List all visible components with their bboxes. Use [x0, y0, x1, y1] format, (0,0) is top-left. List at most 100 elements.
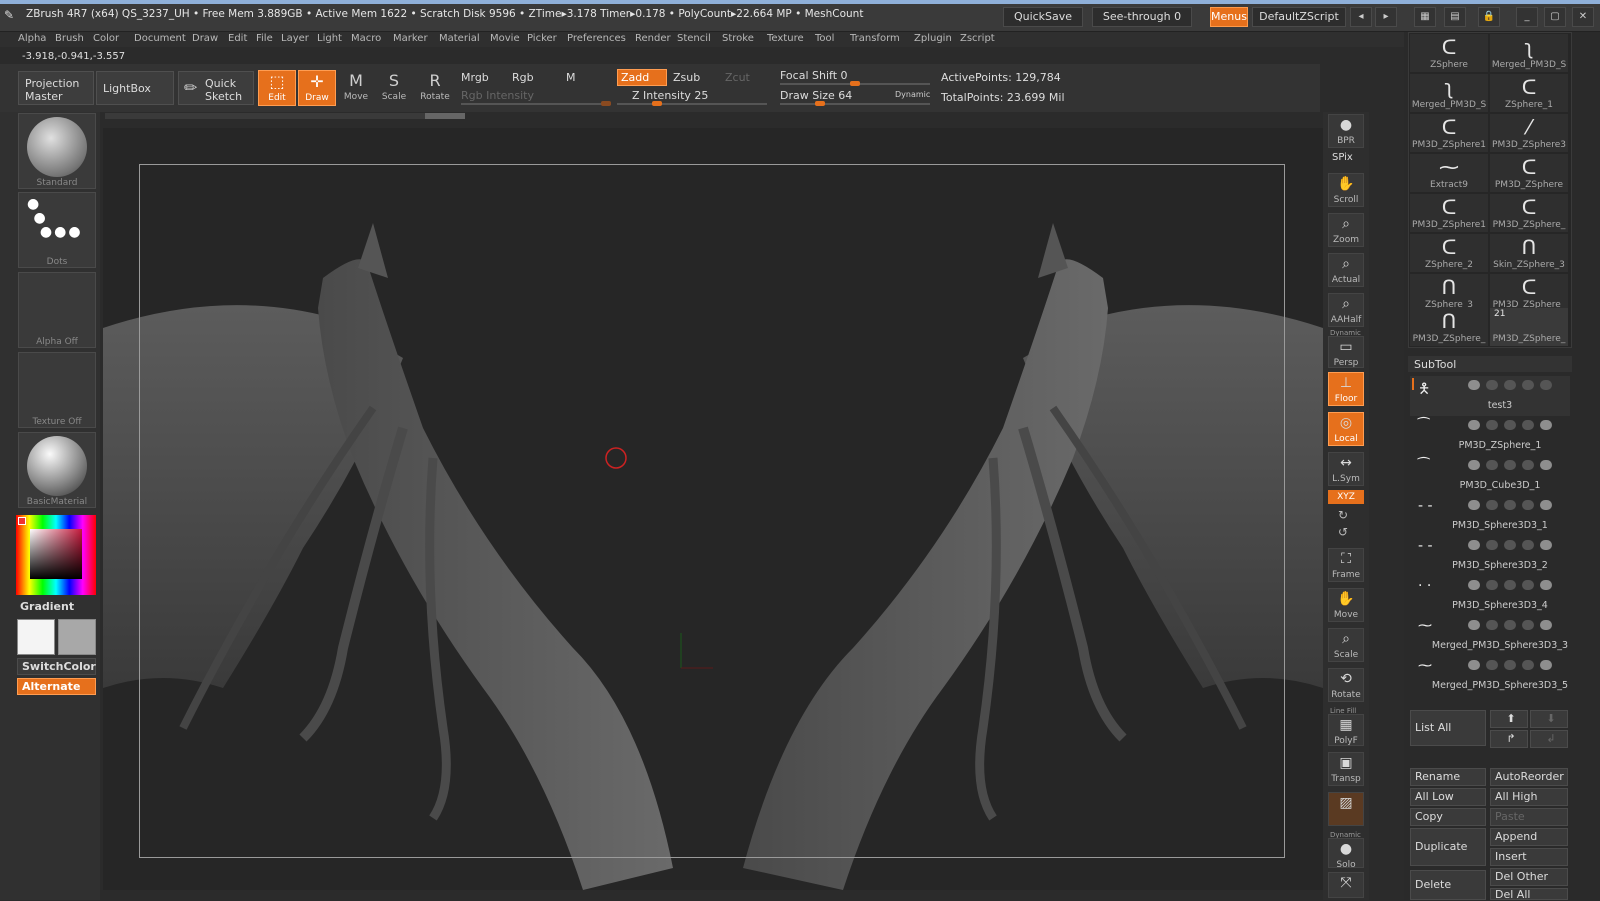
- subtool-row[interactable]: · · PM3D_Sphere3D3_4: [1410, 576, 1570, 616]
- bpr-button[interactable]: ● BPR: [1328, 114, 1364, 148]
- del-other-button[interactable]: Del Other: [1490, 868, 1568, 886]
- list-all-button[interactable]: List All: [1410, 710, 1486, 746]
- tool-thumb[interactable]: ᑕ PM3D_ZSphere: [1490, 154, 1568, 192]
- texture-picker[interactable]: Texture Off: [18, 352, 96, 428]
- tool-thumb[interactable]: ᑕ PM3D_ZSphere_: [1490, 274, 1568, 312]
- z-intensity-slider[interactable]: Z Intensity 25: [632, 89, 708, 102]
- subtool-row[interactable]: ⁀ PM3D_ZSphere_1: [1410, 416, 1570, 456]
- shelf-scrollbar[interactable]: [105, 113, 465, 119]
- tool-thumb[interactable]: ᑕ PM3D_ZSphere1: [1410, 114, 1488, 152]
- subtool-row[interactable]: - - PM3D_Sphere3D3_2: [1410, 536, 1570, 576]
- lightbox-button[interactable]: LightBox: [96, 71, 174, 105]
- menu-tool[interactable]: Tool: [815, 33, 834, 44]
- m-button[interactable]: M: [566, 71, 576, 84]
- frame-button[interactable]: ⛶ Frame: [1328, 548, 1364, 582]
- alpha-picker[interactable]: Alpha Off: [18, 272, 96, 348]
- quicksave-button[interactable]: QuickSave: [1003, 7, 1083, 27]
- secondary-color-swatch[interactable]: [58, 619, 96, 655]
- lock-icon[interactable]: 🔒: [1478, 7, 1500, 27]
- rotate-z-icon[interactable]: ↺: [1338, 525, 1348, 539]
- tool-thumb[interactable]: ᑕ PM3D_ZSphere1: [1410, 194, 1488, 232]
- shelf-scroll-thumb[interactable]: [425, 113, 465, 119]
- subtool-toggles[interactable]: [1468, 660, 1568, 672]
- polyf-button[interactable]: ▦ PolyF: [1328, 714, 1364, 746]
- zsub-button[interactable]: Zsub: [673, 71, 700, 84]
- stroke-picker[interactable]: ● ● ●●● Dots: [18, 192, 96, 268]
- focal-shift-knob[interactable]: [850, 81, 860, 86]
- move-up-icon[interactable]: ⬆: [1490, 710, 1528, 728]
- tool-thumb[interactable]: ᑎ Skin_ZSphere_3: [1490, 234, 1568, 272]
- subtool-toggles[interactable]: [1468, 380, 1568, 392]
- menus-button[interactable]: Menus: [1210, 7, 1248, 27]
- all-low-button[interactable]: All Low: [1410, 788, 1486, 806]
- draw-size-knob[interactable]: [815, 101, 825, 106]
- duplicate-button[interactable]: Duplicate: [1410, 828, 1486, 866]
- scale-view-button[interactable]: ⌕ Scale: [1328, 628, 1364, 662]
- scroll-button[interactable]: ✋ Scroll: [1328, 173, 1364, 207]
- default-zscript-button[interactable]: DefaultZScript: [1252, 7, 1346, 27]
- rgb-intensity-knob[interactable]: [601, 101, 611, 106]
- move-left-icon[interactable]: ↲: [1530, 730, 1568, 748]
- color-square[interactable]: [30, 529, 82, 579]
- next-icon[interactable]: ▸: [1375, 7, 1397, 27]
- menu-document[interactable]: Document: [134, 33, 186, 44]
- local-button[interactable]: ◎ Local: [1328, 412, 1364, 446]
- insert-button[interactable]: Insert: [1490, 848, 1568, 866]
- dynamic-toggle[interactable]: Dynamic: [895, 90, 930, 99]
- subtool-toggles[interactable]: [1468, 460, 1568, 472]
- mrgb-button[interactable]: Mrgb: [461, 71, 489, 84]
- paste-button[interactable]: Paste: [1490, 808, 1568, 826]
- lsym-button[interactable]: ↔ L.Sym: [1328, 452, 1364, 486]
- menu-light[interactable]: Light: [317, 33, 342, 44]
- zadd-button[interactable]: Zadd: [617, 69, 667, 86]
- menu-picker[interactable]: Picker: [527, 33, 557, 44]
- rgb-button[interactable]: Rgb: [512, 71, 534, 84]
- all-high-button[interactable]: All High: [1490, 788, 1568, 806]
- minimize-icon[interactable]: _: [1516, 7, 1538, 27]
- move-button[interactable]: M Move: [337, 70, 375, 106]
- prev-icon[interactable]: ◂: [1350, 7, 1372, 27]
- menu-marker[interactable]: Marker: [393, 33, 428, 44]
- focal-shift-track[interactable]: [780, 81, 930, 86]
- move-right-icon[interactable]: ↱: [1490, 730, 1528, 748]
- menu-material[interactable]: Material: [439, 33, 480, 44]
- subtool-row[interactable]: 🯅 test3: [1410, 376, 1570, 416]
- tool-thumb[interactable]: ʅ Merged_PM3D_S: [1410, 74, 1488, 112]
- autoreorder-button[interactable]: AutoReorder: [1490, 768, 1568, 786]
- menu-render[interactable]: Render: [635, 33, 671, 44]
- z-intensity-knob[interactable]: [652, 101, 662, 106]
- subtool-row[interactable]: ⁓ Merged_PM3D_Sphere3D3_3: [1410, 616, 1570, 656]
- subtool-toggles[interactable]: [1468, 580, 1568, 592]
- move-down-icon[interactable]: ⬇: [1530, 710, 1568, 728]
- layout-icon[interactable]: ▦: [1414, 7, 1436, 27]
- menu-stroke[interactable]: Stroke: [722, 33, 754, 44]
- tool-thumb[interactable]: ᑕ PM3D_ZSphere_: [1490, 194, 1568, 232]
- zoom-button[interactable]: ⌕ Zoom: [1328, 213, 1364, 247]
- tool-thumb[interactable]: ᑕ ZSphere_2: [1410, 234, 1488, 272]
- draw-size-track[interactable]: [780, 101, 930, 106]
- transp-button[interactable]: ▣ Transp: [1328, 752, 1364, 786]
- switchcolor-button[interactable]: SwitchColor: [17, 658, 96, 675]
- tool-thumb[interactable]: 21 PM3D_ZSphere_: [1490, 308, 1568, 346]
- subtool-row[interactable]: - - PM3D_Sphere3D3_1: [1410, 496, 1570, 536]
- append-button[interactable]: Append: [1490, 828, 1568, 846]
- main-color-swatch[interactable]: [17, 619, 55, 655]
- menu-zplugin[interactable]: Zplugin: [914, 33, 952, 44]
- menu-draw[interactable]: Draw: [192, 33, 218, 44]
- menu-color[interactable]: Color: [93, 33, 119, 44]
- subtool-toggles[interactable]: [1468, 540, 1568, 552]
- rgb-intensity-slider[interactable]: Rgb Intensity: [461, 89, 534, 102]
- menu-brush[interactable]: Brush: [55, 33, 84, 44]
- menu-edit[interactable]: Edit: [228, 33, 247, 44]
- zcut-button[interactable]: Zcut: [725, 71, 750, 84]
- material-picker[interactable]: BasicMaterial: [18, 432, 96, 508]
- rotate-button[interactable]: R Rotate: [416, 70, 454, 106]
- subtool-toggles[interactable]: [1468, 500, 1568, 512]
- menu-stencil[interactable]: Stencil: [677, 33, 711, 44]
- tool-thumb[interactable]: ᑕ ZSphere_1: [1490, 74, 1568, 112]
- actual-button[interactable]: ⌕ Actual: [1328, 253, 1364, 287]
- expand-button[interactable]: ⤧: [1328, 872, 1364, 898]
- gradient-label[interactable]: Gradient: [20, 600, 74, 613]
- tool-thumb[interactable]: ʅ Merged_PM3D_S: [1490, 34, 1568, 72]
- projection-master-button[interactable]: Projection Master: [18, 71, 94, 105]
